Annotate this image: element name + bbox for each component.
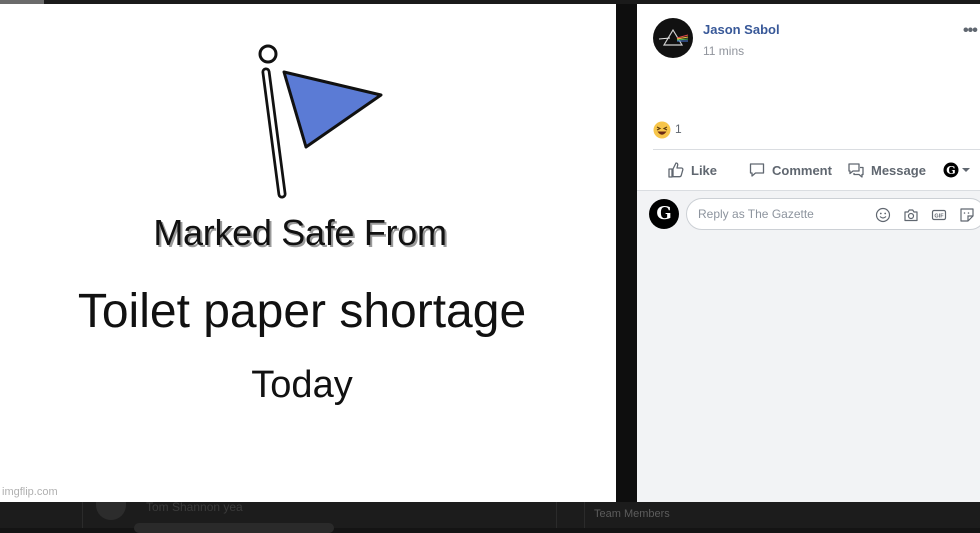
message-icon [848,163,864,178]
background-comment: Tom Shannon yea [146,500,243,514]
divider [637,190,980,191]
message-label: Message [871,162,926,178]
more-options-icon[interactable]: ••• [963,22,978,40]
background-team-label: Team Members [594,508,670,520]
meme-line-2: Toilet paper shortage [77,285,527,338]
background-avatar [96,502,126,520]
meme-line-1: Marked Safe From [153,212,447,253]
action-bar: Like Comment Message G [637,150,980,188]
divider [82,502,83,528]
comment-icon [749,163,765,177]
reaction-count[interactable]: 1 [675,122,682,136]
image-gap [616,4,637,502]
reply-box[interactable]: GIF [686,198,980,230]
divider [584,502,585,528]
haha-emoji-icon[interactable] [653,121,671,139]
divider [556,502,557,528]
post-as-selector[interactable]: G [943,160,980,180]
meme-line-3: Today [251,364,353,406]
gazette-chevron-down-icon: G [943,162,970,178]
reply-input[interactable] [698,199,868,229]
comment-area [637,190,980,502]
author-avatar[interactable] [653,18,693,58]
camera-icon[interactable] [903,207,919,223]
meme-image: Marked Safe From Marked Safe From Toilet… [0,4,616,502]
post-time[interactable]: 11 mins [703,44,744,58]
post-panel: Jason Sabol 11 mins ••• 1 Like Comment M… [637,4,980,502]
gazette-avatar[interactable]: G [649,199,679,229]
comment-label: Comment [772,162,832,178]
flag-icon [258,44,383,199]
background-strip: Tom Shannon yea Team Members [0,500,980,533]
svg-text:GIF: GIF [934,214,944,220]
thumbs-up-icon [668,162,684,178]
svg-text:G: G [946,164,955,177]
like-button[interactable]: Like [667,160,717,180]
prism-icon [658,28,689,46]
watermark: imgflip.com [2,486,58,498]
author-name[interactable]: Jason Sabol [703,22,780,37]
like-label: Like [691,162,718,178]
comment-button[interactable]: Comment [748,160,832,180]
sticker-icon[interactable] [959,207,975,223]
background-pill [134,523,334,533]
message-button[interactable]: Message [847,160,926,180]
emoji-icon[interactable] [875,207,891,223]
gif-icon[interactable]: GIF [931,207,947,223]
